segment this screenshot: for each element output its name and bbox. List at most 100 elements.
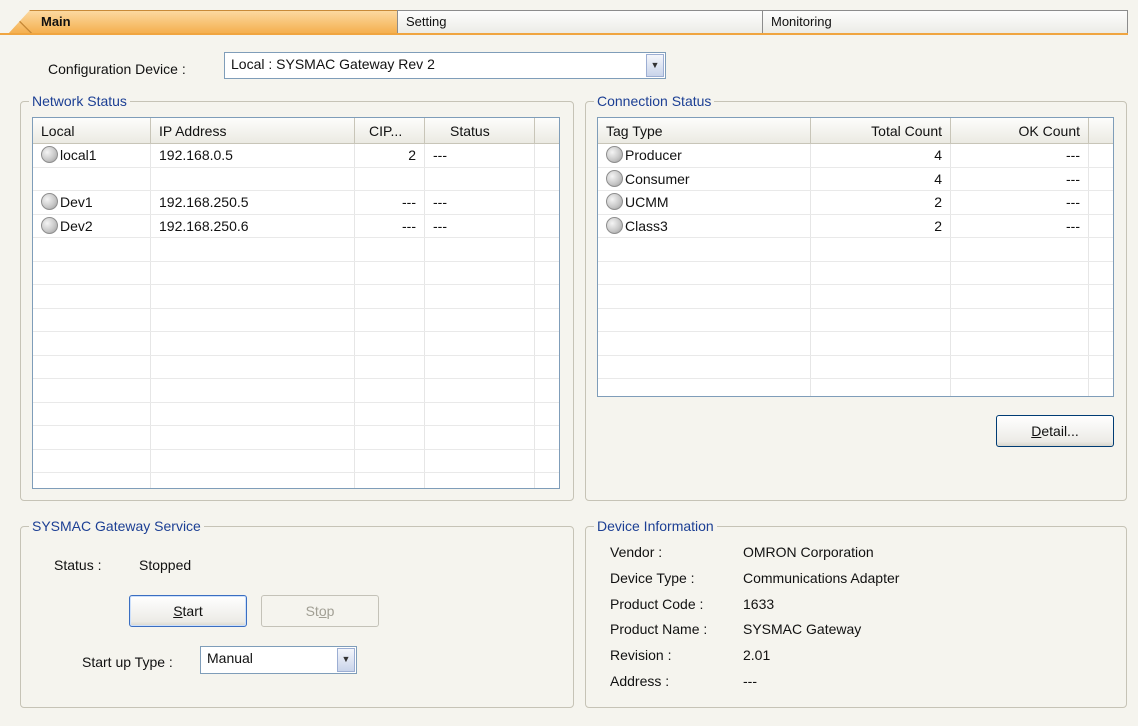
empty-cell: [355, 308, 425, 331]
table-row: [598, 355, 1113, 379]
table-row[interactable]: Dev2 192.168.250.6 --- ---: [33, 214, 559, 238]
status-led-icon: [41, 146, 58, 163]
table-row: [33, 285, 559, 309]
cell-text: 2: [934, 194, 942, 210]
col-ip-address[interactable]: IP Address: [151, 118, 355, 143]
table-row[interactable]: Consumer 4 ---: [598, 167, 1113, 191]
empty-cell: [1089, 356, 1113, 379]
device-info-label: Vendor :: [610, 544, 663, 560]
network-status-list[interactable]: Local IP Address CIP... Status local1 192…: [32, 117, 560, 489]
cell-text: 192.168.0.5: [159, 147, 233, 163]
chevron-down-icon[interactable]: ▼: [337, 648, 355, 672]
table-row: [33, 402, 559, 426]
cell-text: Consumer: [625, 170, 690, 187]
empty-cell: [1089, 238, 1113, 261]
table-row: [598, 261, 1113, 285]
stop-label-rest: p: [326, 603, 335, 619]
empty-cell: [425, 402, 535, 425]
cell-status: ---: [425, 191, 535, 214]
detail-label: etail...: [1041, 423, 1079, 439]
col-tag-type[interactable]: Tag Type: [598, 118, 811, 143]
cell-cip: ---: [355, 214, 425, 237]
cell-text: ---: [433, 217, 447, 234]
table-row: [598, 332, 1113, 356]
status-led-icon: [41, 193, 58, 210]
detail-button[interactable]: Detail...: [996, 415, 1114, 447]
device-info-value: 2.01: [743, 647, 771, 664]
cell-name: Dev1: [33, 191, 151, 214]
connection-status-list[interactable]: Tag Type Total Count OK Count Producer 4 -…: [597, 117, 1114, 397]
startup-type-select[interactable]: Manual ▼: [200, 646, 357, 674]
tab-setting[interactable]: Setting: [397, 10, 763, 34]
empty-cell: [535, 450, 559, 473]
table-row: [33, 426, 559, 450]
empty-cell: [535, 262, 559, 285]
cell-cip: ---: [355, 191, 425, 214]
empty-cell: [355, 379, 425, 402]
tab-main[interactable]: Main: [8, 10, 398, 34]
table-row[interactable]: local1 192.168.0.5 2 ---: [33, 144, 559, 168]
table-row: [33, 379, 559, 403]
empty-cell: [1089, 191, 1113, 214]
cell-cip: 2: [355, 144, 425, 167]
col-filler: [535, 118, 559, 143]
empty-cell: [951, 332, 1089, 355]
table-row: [33, 355, 559, 379]
tab-underline: [0, 33, 1128, 35]
empty-cell: [425, 261, 535, 284]
empty-cell: [33, 332, 151, 355]
cell-text: 192.168.250.6: [159, 217, 249, 234]
network-status-body: local1 192.168.0.5 2 --- Dev1 192.168.250.5 --…: [33, 144, 559, 488]
table-row: [598, 238, 1113, 262]
connection-status-header: Tag Type Total Count OK Count: [598, 118, 1113, 144]
cell-name: Dev2: [33, 214, 151, 237]
empty-cell: [811, 308, 951, 331]
empty-cell: [535, 168, 559, 191]
stop-button[interactable]: Stop: [261, 595, 379, 627]
cell-total: 4: [811, 167, 951, 190]
empty-cell: [151, 261, 355, 284]
col-local[interactable]: Local: [33, 118, 151, 143]
table-row[interactable]: Producer 4 ---: [598, 144, 1113, 168]
col-status[interactable]: Status: [425, 118, 535, 143]
col-cip[interactable]: CIP...: [355, 118, 425, 143]
config-device-value: Local : SYSMAC Gateway Rev 2: [231, 56, 435, 72]
service-status-value: Stopped: [139, 557, 192, 573]
status-led-icon: [606, 193, 623, 210]
table-row[interactable]: [33, 167, 559, 191]
cell-ip: 192.168.0.5: [151, 144, 355, 167]
status-led-icon: [606, 146, 623, 163]
device-info-label: Product Name :: [610, 621, 708, 638]
empty-cell: [598, 332, 811, 355]
start-button[interactable]: Start: [129, 595, 247, 627]
stop-label-pre: St: [305, 603, 319, 619]
startup-type-value: Manual: [207, 650, 253, 666]
cell-text: ---: [1066, 194, 1080, 210]
cell-text: Dev2: [60, 217, 93, 234]
cell-text: 2: [934, 217, 942, 234]
cell-status: [425, 167, 535, 190]
startup-type-label: Start up Type :: [82, 654, 173, 670]
cell-text: Class3: [625, 217, 668, 234]
cell-name: local1: [33, 144, 151, 167]
empty-cell: [355, 426, 425, 449]
col-total-count[interactable]: Total Count: [811, 118, 951, 143]
config-device-select[interactable]: Local : SYSMAC Gateway Rev 2 ▼: [224, 52, 666, 79]
empty-cell: [33, 402, 151, 425]
tab-monitoring[interactable]: Monitoring: [762, 10, 1128, 34]
empty-cell: [1089, 285, 1113, 308]
table-row[interactable]: UCMM 2 ---: [598, 191, 1113, 215]
chevron-down-icon[interactable]: ▼: [646, 54, 664, 77]
empty-cell: [535, 356, 559, 379]
empty-cell: [425, 449, 535, 472]
device-info-value: 1633: [743, 595, 775, 612]
cell-tag: Class3: [598, 214, 811, 237]
table-row[interactable]: Dev1 192.168.250.5 --- ---: [33, 191, 559, 215]
table-row[interactable]: Class3 2 ---: [598, 214, 1113, 238]
empty-cell: [33, 449, 151, 472]
col-ok-count[interactable]: OK Count: [951, 118, 1089, 143]
empty-cell: [535, 238, 559, 261]
cell-text: ---: [402, 194, 416, 210]
empty-cell: [425, 426, 535, 449]
empty-cell: [355, 261, 425, 284]
